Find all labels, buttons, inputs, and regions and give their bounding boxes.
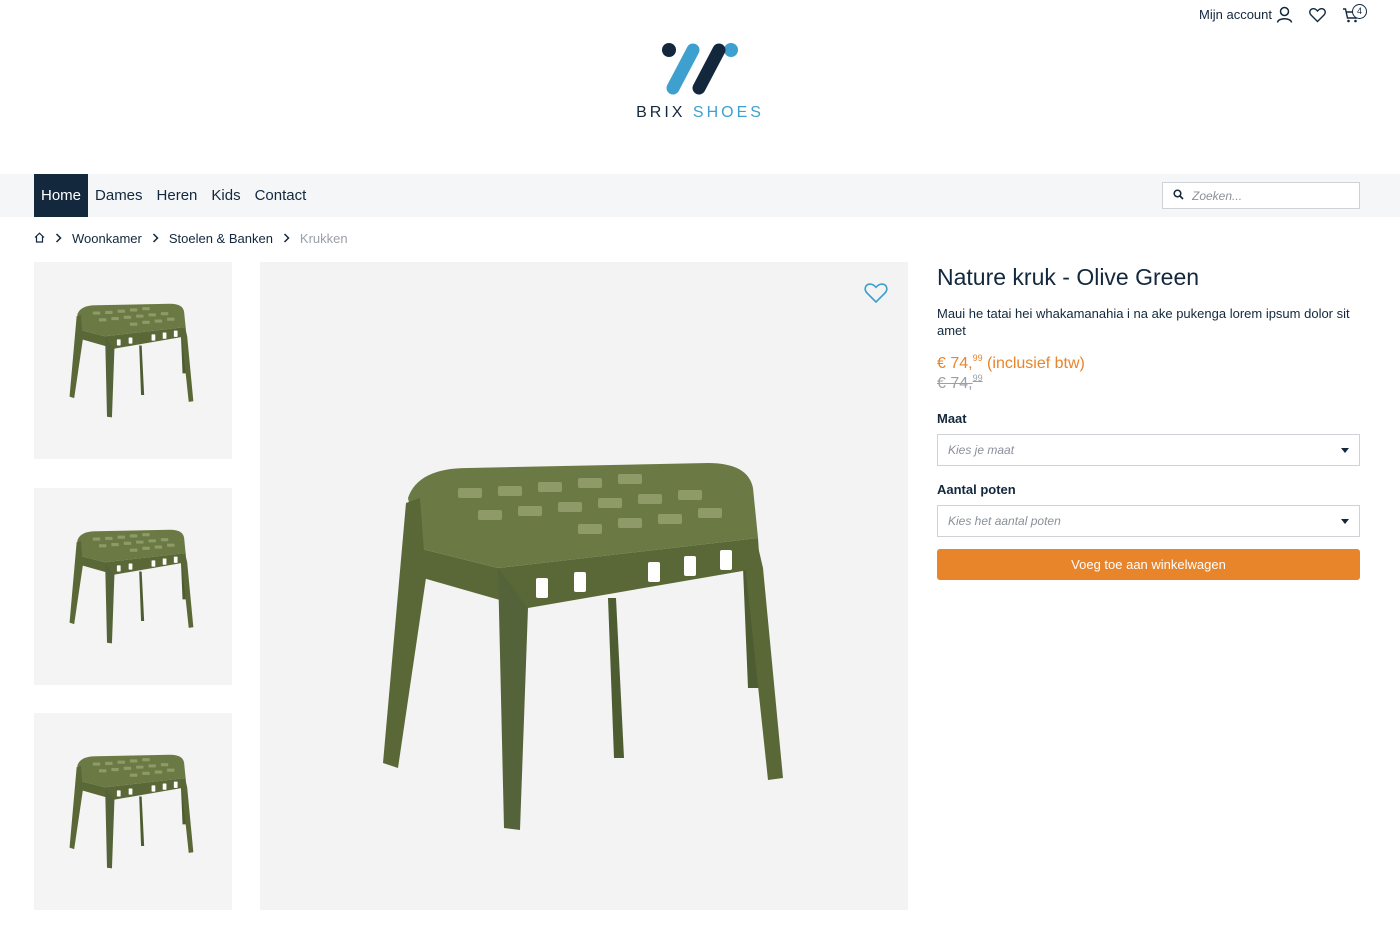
product-old-price: € 74,99 (937, 373, 1360, 393)
logo-wordmark: BRIX SHOES (636, 104, 764, 122)
chevron-right-icon (55, 232, 62, 246)
chevron-right-icon (283, 232, 290, 246)
product-thumbnail-image (68, 528, 198, 646)
nav-item-dames[interactable]: Dames (88, 174, 150, 217)
product-thumbnail-image (68, 302, 198, 420)
legs-select-placeholder: Kies het aantal poten (948, 514, 1061, 528)
product-title: Nature kruk - Olive Green (937, 264, 1200, 290)
product-price: € 74,99 (inclusief btw) (937, 353, 1360, 373)
search-box (1162, 182, 1360, 209)
size-label: Maat (937, 411, 967, 426)
breadcrumb-stoelen-banken[interactable]: Stoelen & Banken (169, 231, 273, 246)
thumbnail-1[interactable] (34, 262, 232, 459)
thumbnail-3[interactable] (34, 713, 232, 910)
logo-word-shoes: SHOES (692, 104, 764, 121)
logo-mark-icon (662, 43, 738, 95)
add-to-cart-button[interactable]: Voeg toe aan winkelwagen (937, 549, 1360, 580)
legs-select[interactable]: Kies het aantal poten (937, 505, 1360, 537)
search-icon (1173, 187, 1184, 205)
main-navigation: Home Dames Heren Kids Contact (0, 174, 1400, 217)
chevron-right-icon (152, 232, 159, 246)
size-select-placeholder: Kies je maat (948, 443, 1015, 457)
price-main: € 74, (937, 355, 973, 372)
nav-item-heren[interactable]: Heren (150, 174, 205, 217)
cart-count-badge: 4 (1352, 4, 1367, 19)
old-price-cents: 99 (972, 373, 983, 383)
nav-item-kids[interactable]: Kids (204, 174, 247, 217)
price-cents: 99 (972, 353, 983, 363)
nav-item-contact[interactable]: Contact (248, 174, 314, 217)
breadcrumb-current: Krukken (299, 231, 348, 246)
user-icon (1276, 6, 1293, 23)
my-account-link[interactable]: Mijn account (1199, 6, 1293, 23)
caret-down-icon (1341, 447, 1349, 453)
product-description: Maui he tatai hei whakamanahia i na ake … (937, 306, 1350, 338)
search-input[interactable] (1192, 188, 1342, 203)
product-thumbnail-image (68, 753, 198, 871)
nav-item-home[interactable]: Home (34, 174, 89, 217)
product-image (378, 458, 798, 838)
legs-label: Aantal poten (937, 482, 1016, 497)
heart-icon[interactable] (1309, 7, 1326, 23)
account-bar: Mijn account 4 (1199, 4, 1367, 23)
home-icon[interactable] (34, 231, 45, 246)
price-suffix: (inclusief btw) (982, 355, 1085, 372)
thumbnail-2[interactable] (34, 488, 232, 685)
logo-word-brix: BRIX (636, 104, 686, 121)
breadcrumb-woonkamer[interactable]: Woonkamer (72, 231, 142, 246)
brand-logo[interactable]: BRIX SHOES (0, 40, 1400, 122)
favorite-heart-icon[interactable] (864, 282, 888, 309)
old-price-main: € 74, (937, 375, 973, 392)
cart-icon[interactable]: 4 (1342, 4, 1367, 23)
product-info: Nature kruk - Olive Green Maui he tatai … (937, 264, 1360, 580)
size-select[interactable]: Kies je maat (937, 434, 1360, 466)
caret-down-icon (1341, 518, 1349, 524)
breadcrumb: Woonkamer Stoelen & Banken Krukken (34, 231, 348, 246)
main-product-image (260, 262, 908, 910)
account-label: Mijn account (1199, 7, 1272, 22)
